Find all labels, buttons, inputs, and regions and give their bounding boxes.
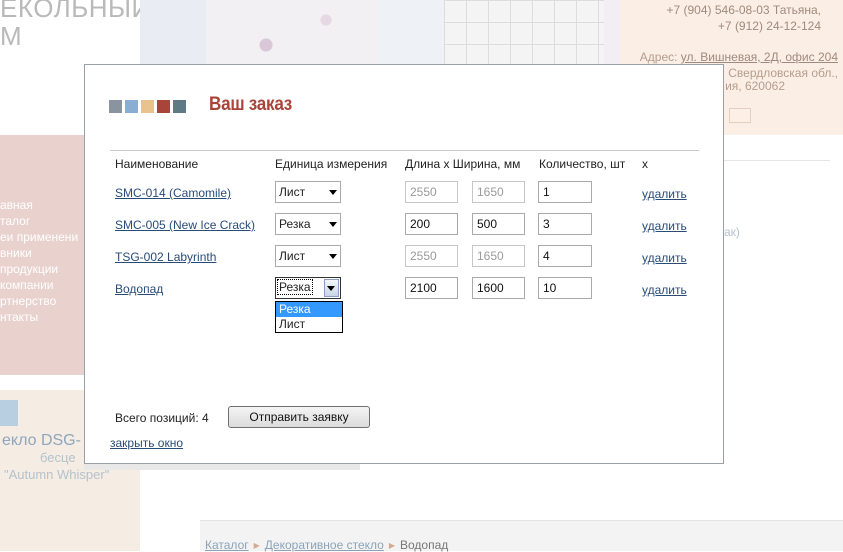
table-row: TSG-002 Labyrinth Лист 2550 1650 4 удали…: [85, 245, 723, 269]
divider: [724, 160, 830, 161]
promo-badge: [0, 400, 18, 426]
unit-select-value: Лист: [279, 249, 306, 263]
product-link[interactable]: Водопад: [115, 282, 163, 296]
length-input[interactable]: 2550: [405, 245, 458, 267]
address-link[interactable]: ул. Вишневая, 2Д, офис 204: [681, 50, 838, 64]
dialog-title: Ваш заказ: [209, 94, 292, 115]
unit-select-value: Лист: [279, 185, 306, 199]
unit-select[interactable]: Резка: [275, 213, 341, 235]
contact-phone-1: +7 (904) 546-08-03 Татьяна,: [666, 3, 822, 17]
chevron-down-icon: [327, 286, 335, 291]
delete-link[interactable]: удалить: [642, 219, 687, 233]
breadcrumb-item[interactable]: Декоративное стекло: [265, 538, 384, 552]
dropdown-option[interactable]: Лист: [276, 317, 342, 332]
dropdown-option[interactable]: Резка: [276, 302, 342, 317]
promo-title[interactable]: екло DSG-: [2, 432, 81, 450]
column-header-size: Длина х Ширина, мм: [405, 157, 521, 171]
length-input[interactable]: 200: [405, 213, 458, 235]
chevron-down-icon: [329, 222, 337, 227]
column-header-qty: Количество, шт: [539, 157, 626, 171]
address-label: Адрес:: [639, 50, 681, 64]
product-link[interactable]: TSG-002 Labyrinth: [115, 250, 216, 264]
table-row: SMC-005 (New Ice Crack) Резка 200 500 3 …: [85, 213, 723, 237]
chevron-down-icon: [329, 254, 337, 259]
quantity-input[interactable]: 4: [538, 245, 592, 267]
logo-line-1: ЕКОЛЬНЫЙ: [0, 0, 151, 23]
breadcrumb-current: Водопад: [400, 538, 449, 552]
quantity-input[interactable]: 3: [538, 213, 592, 235]
color-square: [109, 100, 122, 113]
delete-link[interactable]: удалить: [642, 187, 687, 201]
logo-line-2: М: [0, 21, 23, 51]
right-link[interactable]: ак): [724, 225, 740, 239]
submit-order-button[interactable]: Отправить заявку: [228, 406, 370, 428]
breadcrumb-separator-icon: ▶: [253, 541, 260, 550]
delete-link[interactable]: удалить: [642, 251, 687, 265]
total-positions: Всего позиций: 4: [115, 411, 209, 425]
breadcrumb-separator-icon: ▶: [388, 541, 395, 550]
promo-subtitle: бесце: [40, 450, 76, 465]
color-square: [125, 100, 138, 113]
delete-link[interactable]: удалить: [642, 283, 687, 297]
contact-phone-2: +7 (912) 24-12-124: [717, 19, 821, 33]
order-dialog: Ваш заказ Наименование Единица измерения…: [84, 64, 724, 464]
product-link[interactable]: SMC-014 (Camomile): [115, 186, 231, 200]
table-row: SMC-014 (Camomile) Лист 2550 1650 1 удал…: [85, 181, 723, 205]
column-header-name: Наименование: [115, 157, 199, 171]
length-input[interactable]: 2100: [405, 277, 458, 299]
header-divider: [110, 150, 699, 151]
product-link[interactable]: SMC-005 (New Ice Crack): [115, 218, 255, 232]
site-logo: ЕКОЛЬНЫЙ М: [0, 0, 151, 50]
quantity-input[interactable]: 1: [538, 181, 592, 203]
breadcrumb: Каталог ▶ Декоративное стекло ▶ Водопад: [200, 520, 843, 552]
contact-address: Адрес: ул. Вишневая, 2Д, офис 204: [640, 49, 838, 65]
color-square: [157, 100, 170, 113]
unit-select[interactable]: Лист: [275, 245, 341, 267]
table-row: Водопад Резка 2100 1600 10 удалить: [85, 277, 723, 301]
contact-address-line3: ия, 620062: [725, 79, 785, 93]
column-header-x: x: [642, 157, 648, 171]
mail-icon[interactable]: [729, 108, 751, 123]
breadcrumb-item[interactable]: Каталог: [205, 538, 249, 552]
width-input[interactable]: 1650: [472, 245, 525, 267]
length-input[interactable]: 2550: [405, 181, 458, 203]
dropdown-button[interactable]: [324, 279, 339, 297]
unit-select-value: Резка: [279, 217, 311, 231]
color-square: [173, 100, 186, 113]
unit-select[interactable]: Лист: [275, 181, 341, 203]
unit-select[interactable]: Резка: [275, 277, 341, 299]
width-input[interactable]: 500: [472, 213, 525, 235]
column-header-unit: Единица измерения: [275, 157, 388, 171]
close-window-link[interactable]: закрыть окно: [110, 436, 183, 450]
chevron-down-icon: [329, 190, 337, 195]
unit-select-value: Резка: [277, 279, 313, 295]
decorative-squares: [109, 100, 189, 113]
quantity-input[interactable]: 10: [538, 277, 592, 299]
unit-dropdown-list: Резка Лист: [275, 301, 343, 333]
width-input[interactable]: 1600: [472, 277, 525, 299]
width-input[interactable]: 1650: [472, 181, 525, 203]
dialog-shadow: [84, 464, 360, 470]
color-square: [141, 100, 154, 113]
